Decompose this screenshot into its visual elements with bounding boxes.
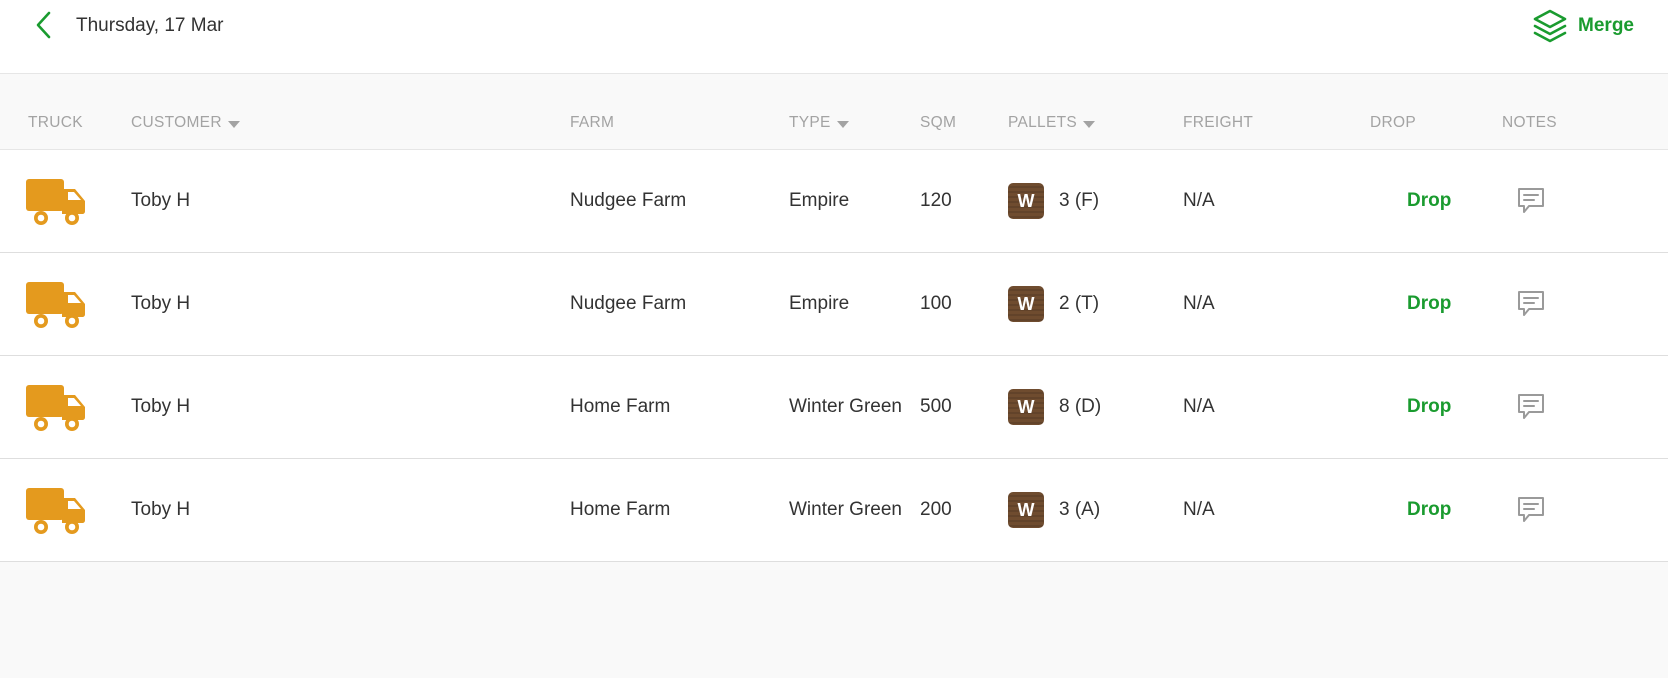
truck-icon	[26, 385, 85, 431]
notes-button[interactable]	[1516, 459, 1546, 561]
column-truck: TRUCK	[28, 114, 83, 132]
farm-cell: Home Farm	[570, 396, 671, 417]
freight-cell: N/A	[1183, 499, 1215, 520]
pallets-cell: W 2 (T)	[1008, 253, 1099, 355]
table-row[interactable]: Toby H Home Farm Winter Green 500 W 8 (D…	[0, 356, 1668, 459]
truck-icon	[26, 282, 85, 328]
truck-icon	[26, 179, 85, 225]
column-notes: NOTES	[1502, 114, 1557, 132]
page-title: Thursday, 17 Mar	[76, 15, 224, 36]
layers-icon	[1533, 9, 1567, 43]
column-customer-label: CUSTOMER	[131, 114, 222, 131]
column-farm-label: FARM	[570, 114, 615, 131]
caret-down-icon	[1083, 120, 1096, 128]
sqm-cell: 200	[920, 499, 952, 520]
merge-label: Merge	[1578, 15, 1634, 36]
sqm-cell: 120	[920, 190, 952, 211]
comment-icon	[1518, 497, 1544, 522]
notes-button[interactable]	[1516, 253, 1546, 355]
table-row[interactable]: Toby H Nudgee Farm Empire 120 W 3 (F) N/…	[0, 150, 1668, 253]
freight-cell: N/A	[1183, 396, 1215, 417]
caret-down-icon	[836, 120, 849, 128]
truck-cell	[26, 459, 88, 561]
column-farm: FARM	[570, 114, 614, 132]
column-type-label: TYPE	[789, 114, 831, 131]
column-sqm-label: SQM	[920, 114, 957, 131]
customer-cell: Toby H	[131, 396, 191, 417]
chevron-left-icon	[36, 11, 51, 39]
customer-cell: Toby H	[131, 499, 191, 520]
truck-cell	[26, 150, 88, 252]
freight-cell: N/A	[1183, 190, 1215, 211]
caret-down-icon	[227, 120, 240, 128]
column-truck-label: TRUCK	[28, 114, 83, 131]
pallet-type-badge: W	[1008, 492, 1044, 528]
top-bar: Thursday, 17 Mar Merge	[0, 0, 1668, 74]
column-sqm: SQM	[920, 114, 956, 132]
farm-cell: Nudgee Farm	[570, 190, 687, 211]
notes-button[interactable]	[1516, 356, 1546, 458]
pallets-count: 3 (F)	[1059, 190, 1100, 211]
pallets-cell: W 8 (D)	[1008, 356, 1101, 458]
type-cell: Empire	[789, 190, 850, 211]
column-drop-label: DROP	[1370, 114, 1416, 131]
pallets-count: 3 (A)	[1059, 499, 1101, 520]
column-drop: DROP	[1370, 114, 1416, 132]
column-freight-label: FREIGHT	[1183, 114, 1254, 131]
type-cell: Winter Green	[789, 499, 902, 520]
pallets-count: 8 (D)	[1059, 396, 1102, 417]
sqm-cell: 500	[920, 396, 952, 417]
truck-cell	[26, 356, 88, 458]
drop-button[interactable]: Drop	[1407, 150, 1451, 252]
pallets-cell: W 3 (F)	[1008, 150, 1099, 252]
pallet-type-badge: W	[1008, 389, 1044, 425]
type-cell: Winter Green	[789, 396, 902, 417]
comment-icon	[1518, 394, 1544, 419]
drop-button[interactable]: Drop	[1407, 459, 1451, 561]
column-freight: FREIGHT	[1183, 114, 1253, 132]
farm-cell: Home Farm	[570, 499, 671, 520]
orders-table: Toby H Nudgee Farm Empire 120 W 3 (F) N/…	[0, 150, 1668, 562]
drop-button[interactable]: Drop	[1407, 356, 1451, 458]
customer-cell: Toby H	[131, 293, 191, 314]
table-row[interactable]: Toby H Home Farm Winter Green 200 W 3 (A…	[0, 459, 1668, 562]
back-button[interactable]	[30, 10, 58, 40]
type-cell: Empire	[789, 293, 850, 314]
farm-cell: Nudgee Farm	[570, 293, 687, 314]
column-customer[interactable]: CUSTOMER	[131, 114, 240, 132]
pallets-cell: W 3 (A)	[1008, 459, 1100, 561]
sqm-cell: 100	[920, 293, 952, 314]
merge-button[interactable]: Merge	[1532, 8, 1634, 44]
truck-cell	[26, 253, 88, 355]
column-notes-label: NOTES	[1502, 114, 1557, 131]
column-type[interactable]: TYPE	[789, 114, 849, 132]
column-pallets-label: PALLETS	[1008, 114, 1078, 131]
notes-button[interactable]	[1516, 150, 1546, 252]
drop-button[interactable]: Drop	[1407, 253, 1451, 355]
table-row[interactable]: Toby H Nudgee Farm Empire 100 W 2 (T) N/…	[0, 253, 1668, 356]
column-pallets[interactable]: PALLETS	[1008, 114, 1096, 132]
comment-icon	[1518, 188, 1544, 213]
pallet-type-badge: W	[1008, 286, 1044, 322]
pallets-count: 2 (T)	[1059, 293, 1100, 314]
truck-icon	[26, 488, 85, 534]
comment-icon	[1518, 291, 1544, 316]
pallet-type-badge: W	[1008, 183, 1044, 219]
customer-cell: Toby H	[131, 190, 191, 211]
table-header: TRUCK CUSTOMER FARM TYPE SQM PALLETS FRE…	[0, 74, 1668, 150]
freight-cell: N/A	[1183, 293, 1215, 314]
